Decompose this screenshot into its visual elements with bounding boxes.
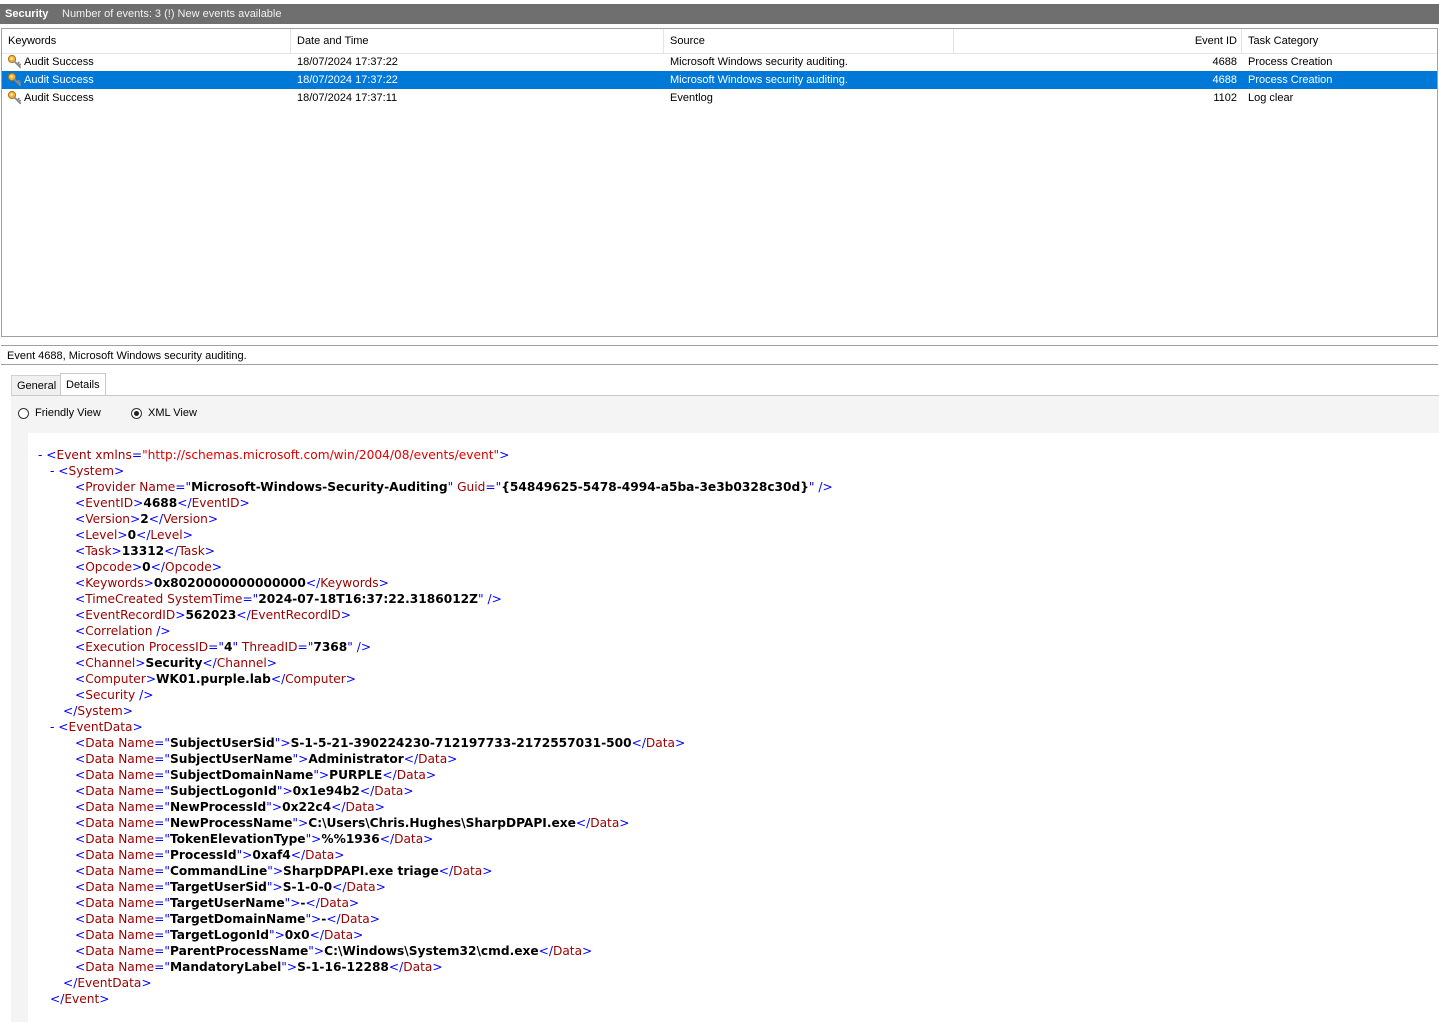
cell-date-time: 18/07/2024 17:37:11 bbox=[297, 92, 398, 104]
key-icon bbox=[7, 90, 22, 105]
event-row[interactable]: Audit Success 18/07/2024 17:37:11 Eventlog… bbox=[2, 89, 1437, 107]
cell-task-category: Log clear bbox=[1248, 92, 1294, 104]
cell-keywords: Audit Success bbox=[24, 92, 94, 104]
column-header-task-category[interactable]: Task Category bbox=[1242, 29, 1437, 53]
cell-task-category: Process Creation bbox=[1248, 74, 1333, 86]
column-header-source[interactable]: Source bbox=[664, 29, 954, 53]
cell-event-id: 4688 bbox=[1212, 56, 1237, 68]
cell-event-id: 1102 bbox=[1213, 92, 1237, 104]
xml-data-line: <Data Name="SubjectUserSid">S-1-5-21-390… bbox=[75, 736, 686, 750]
cell-date-time: 18/07/2024 17:37:22 bbox=[297, 74, 398, 86]
xml-system-line: <Task>13312</Task> bbox=[75, 544, 216, 558]
xml-system-line: <Correlation /> bbox=[75, 624, 171, 638]
xml-data-line: <Data Name="CommandLine">SharpDPAPI.exe … bbox=[75, 864, 493, 878]
column-header-date-time[interactable]: Date and Time bbox=[291, 29, 664, 53]
xml-data-line: <Data Name="SubjectUserName">Administrat… bbox=[75, 752, 458, 766]
xml-eventdata-close: </EventData> bbox=[63, 976, 152, 990]
column-header-keywords[interactable]: Keywords bbox=[2, 29, 291, 53]
event-details-title: Event 4688, Microsoft Windows security a… bbox=[1, 345, 1438, 365]
log-title-bar: Security Number of events: 3 (!) New eve… bbox=[0, 4, 1439, 24]
xml-data-line: <Data Name="TokenElevationType">%%1936</… bbox=[75, 832, 434, 846]
cell-source: Microsoft Windows security auditing. bbox=[670, 74, 848, 86]
xml-data-line: <Data Name="NewProcessName">C:\Users\Chr… bbox=[75, 816, 630, 830]
xml-system-close: </System> bbox=[63, 704, 133, 718]
xml-view-label: XML View bbox=[148, 407, 197, 419]
xml-system-line: <TimeCreated SystemTime="2024-07-18T16:3… bbox=[75, 592, 502, 606]
xml-system-line: <Execution ProcessID="4" ThreadID="7368"… bbox=[75, 640, 372, 654]
event-row[interactable]: Audit Success 18/07/2024 17:37:22 Microsof… bbox=[2, 53, 1437, 71]
cell-source: Microsoft Windows security auditing. bbox=[670, 56, 848, 68]
xml-data-line: <Data Name="SubjectLogonId">0x1e94b2</Da… bbox=[75, 784, 414, 798]
xml-system-line: <EventRecordID>562023</EventRecordID> bbox=[75, 608, 351, 622]
xml-data-line: <Data Name="ParentProcessName">C:\Window… bbox=[75, 944, 593, 958]
xml-data-line: <Data Name="MandatoryLabel">S-1-16-12288… bbox=[75, 960, 443, 974]
xml-data-line: <Data Name="TargetDomainName">-</Data> bbox=[75, 912, 380, 926]
cell-date-time: 18/07/2024 17:37:22 bbox=[297, 56, 398, 68]
xml-event-open: - <Event xmlns="http://schemas.microsoft… bbox=[38, 448, 510, 462]
radio-checked-icon bbox=[131, 407, 142, 419]
log-name: Security bbox=[5, 8, 49, 20]
xml-data-line: <Data Name="ProcessId">0xaf4</Data> bbox=[75, 848, 345, 862]
xml-system-line: <Provider Name="Microsoft-Windows-Securi… bbox=[75, 480, 833, 494]
event-list[interactable]: Keywords Date and Time Source Event ID T… bbox=[1, 28, 1438, 337]
friendly-view-label: Friendly View bbox=[35, 407, 101, 419]
cell-keywords: Audit Success bbox=[24, 74, 94, 86]
xml-view-radio[interactable]: XML View bbox=[131, 406, 197, 420]
xml-system-line: <Computer>WK01.purple.lab</Computer> bbox=[75, 672, 356, 686]
xml-system-line: <Channel>Security</Channel> bbox=[75, 656, 277, 670]
key-icon bbox=[7, 72, 22, 87]
xml-eventdata-open: - <EventData> bbox=[50, 720, 143, 734]
column-header-event-id[interactable]: Event ID bbox=[954, 29, 1242, 53]
xml-system-line: <Opcode>0</Opcode> bbox=[75, 560, 222, 574]
xml-event-close: </Event> bbox=[50, 992, 110, 1006]
event-row[interactable]: Audit Success 18/07/2024 17:37:22 Microsof… bbox=[2, 71, 1437, 89]
xml-view-pane[interactable]: - <Event xmlns="http://schemas.microsoft… bbox=[28, 433, 1439, 1022]
xml-system-line: <Version>2</Version> bbox=[75, 512, 219, 526]
xml-data-line: <Data Name="TargetUserSid">S-1-0-0</Data… bbox=[75, 880, 386, 894]
event-list-header: Keywords Date and Time Source Event ID T… bbox=[2, 29, 1437, 54]
xml-system-line: <Security /> bbox=[75, 688, 154, 702]
friendly-view-radio[interactable]: Friendly View bbox=[18, 406, 101, 420]
xml-system-open: - <System> bbox=[50, 464, 125, 478]
xml-system-line: <Level>0</Level> bbox=[75, 528, 193, 542]
cell-task-category: Process Creation bbox=[1248, 56, 1333, 68]
xml-system-line: <Keywords>0x8020000000000000</Keywords> bbox=[75, 576, 389, 590]
key-icon bbox=[7, 54, 22, 69]
xml-data-line: <Data Name="NewProcessId">0x22c4</Data> bbox=[75, 800, 385, 814]
xml-system-line: <EventID>4688</EventID> bbox=[75, 496, 250, 510]
xml-data-line: <Data Name="SubjectDomainName">PURPLE</D… bbox=[75, 768, 437, 782]
cell-event-id: 4688 bbox=[1212, 74, 1237, 86]
cell-keywords: Audit Success bbox=[24, 56, 94, 68]
tab-general[interactable]: General bbox=[11, 375, 63, 395]
xml-data-line: <Data Name="TargetUserName">-</Data> bbox=[75, 896, 360, 910]
cell-source: Eventlog bbox=[670, 92, 713, 104]
event-count-status[interactable]: Number of events: 3 (!) New events avail… bbox=[57, 8, 282, 20]
xml-data-line: <Data Name="TargetLogonId">0x0</Data> bbox=[75, 928, 364, 942]
tab-details[interactable]: Details bbox=[60, 373, 106, 395]
radio-unchecked-icon bbox=[18, 407, 29, 419]
